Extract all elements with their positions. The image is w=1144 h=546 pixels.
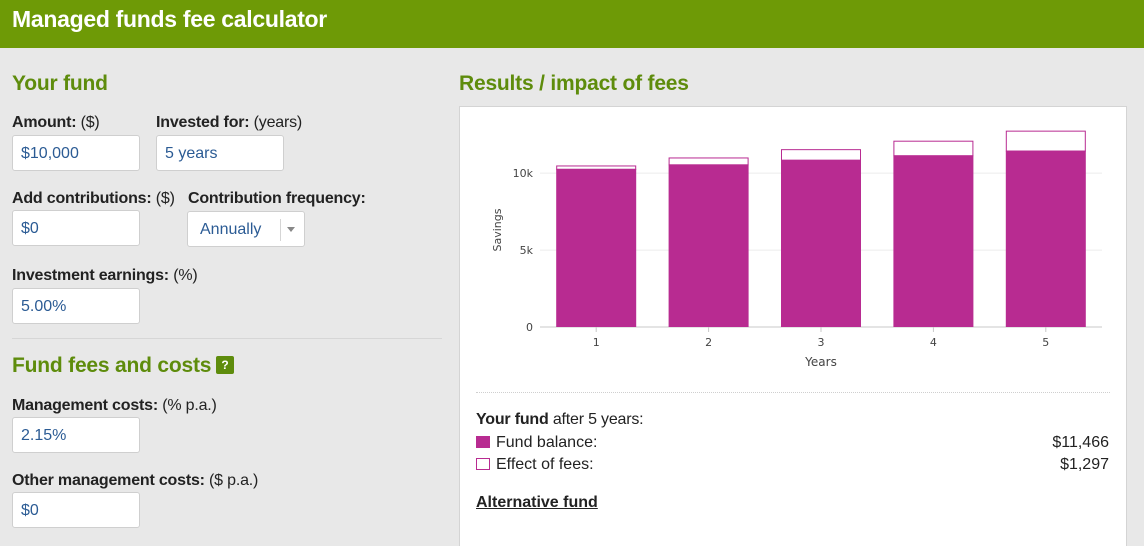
y-tick-label: 10k <box>513 167 534 180</box>
frequency-value: Annually <box>200 221 262 238</box>
fees-swatch <box>476 458 490 470</box>
contributions-input[interactable]: $0 <box>12 210 140 246</box>
balance-bar <box>1005 150 1086 327</box>
your-fund-heading: Your fund <box>12 72 108 95</box>
y-tick-label: 5k <box>520 244 534 257</box>
alternative-fund-link[interactable]: Alternative fund <box>476 494 598 512</box>
y-tick-label: 0 <box>526 321 533 334</box>
page-title: Managed funds fee calculator <box>12 6 327 32</box>
earnings-input[interactable]: 5.00% <box>12 288 140 324</box>
y-axis-label: Savings <box>491 208 504 251</box>
x-tick-label: 1 <box>593 336 600 349</box>
fund-balance-value: $11,466 <box>1052 434 1109 451</box>
balance-bar <box>668 164 749 327</box>
other-costs-input[interactable]: $0 <box>12 492 140 528</box>
balance-bar <box>556 168 637 327</box>
fees-heading: Fund fees and costs <box>12 354 212 377</box>
invested-for-input[interactable]: 5 years <box>156 135 284 171</box>
chevron-down-icon[interactable] <box>287 227 295 232</box>
amount-input[interactable]: $10,000 <box>12 135 140 171</box>
invested-for-label: Invested for: (years) <box>156 114 303 131</box>
fees-bar <box>668 157 749 166</box>
fund-balance-swatch <box>476 436 490 448</box>
help-icon[interactable]: ? <box>216 356 234 374</box>
x-tick-label: 3 <box>818 336 825 349</box>
app-header: Managed funds fee calculator <box>0 0 1144 48</box>
other-costs-label: Other management costs: ($ p.a.) <box>12 472 259 489</box>
summary-divider <box>476 392 1110 393</box>
contributions-label: Add contributions: ($) <box>12 190 175 207</box>
fees-bar <box>556 165 637 170</box>
management-costs-input[interactable]: 2.15% <box>12 417 140 453</box>
results-panel: 0 5k 10k 1 2 3 4 5 Years Savings Your fund after … <box>459 106 1127 546</box>
balance-bar <box>893 155 974 327</box>
x-tick-label: 5 <box>1042 336 1049 349</box>
results-chart: 0 5k 10k 1 2 3 4 5 Years Savings <box>491 130 1102 369</box>
balance-bar <box>781 159 861 327</box>
earnings-label: Investment earnings: (%) <box>12 267 198 284</box>
fund-balance-label: Fund balance: <box>496 434 598 451</box>
x-axis-label: Years <box>804 355 837 369</box>
fees-label: Effect of fees: <box>496 456 594 473</box>
results-heading: Results / impact of fees <box>459 72 689 95</box>
section-divider <box>12 338 442 339</box>
x-tick-label: 4 <box>930 336 937 349</box>
frequency-select[interactable]: Annually <box>187 211 305 247</box>
summary-heading: Your fund after 5 years: <box>476 411 644 428</box>
fees-bar <box>893 140 974 157</box>
frequency-label: Contribution frequency: <box>188 190 366 207</box>
select-divider <box>280 219 281 241</box>
x-tick-label: 2 <box>705 336 712 349</box>
fees-bar <box>1005 130 1086 152</box>
fees-value: $1,297 <box>1060 456 1109 473</box>
management-costs-label: Management costs: (% p.a.) <box>12 397 217 414</box>
fees-bar <box>781 149 861 161</box>
amount-label: Amount: ($) <box>12 114 100 131</box>
